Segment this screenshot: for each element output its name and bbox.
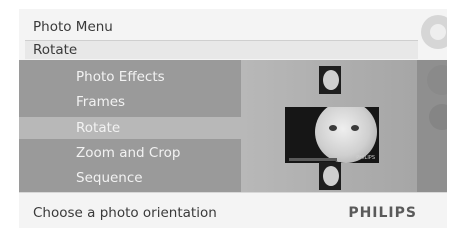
decorative-circle-icon bbox=[429, 104, 447, 130]
menu-subtitle: Rotate bbox=[33, 42, 78, 58]
thumbnail-brand: PHILIPS bbox=[356, 155, 375, 161]
menu-selection-highlight bbox=[19, 117, 241, 139]
menu-title: Photo Menu bbox=[33, 19, 113, 35]
rotate-preview-panel: PHILIPS bbox=[241, 60, 417, 192]
status-text: Choose a photo orientation bbox=[33, 205, 217, 221]
menu-item-frames[interactable]: Frames bbox=[76, 91, 125, 113]
options-menu: Photo Effects Frames Rotate Zoom and Cro… bbox=[19, 60, 241, 192]
decorative-circle-icon bbox=[421, 15, 447, 49]
rotated-thumbnail-main[interactable]: PHILIPS bbox=[285, 107, 379, 163]
menu-item-sequence[interactable]: Sequence bbox=[76, 167, 143, 189]
photo-frame-screen: Photo Menu Rotate Photo Effects Frames R… bbox=[19, 9, 447, 228]
rotated-thumbnail-top[interactable] bbox=[319, 66, 341, 94]
rotated-thumbnail-bottom[interactable] bbox=[319, 162, 341, 190]
thumbnail-caption-bar bbox=[289, 158, 337, 161]
decorative-circle-icon bbox=[427, 65, 447, 95]
status-footer: Choose a photo orientation PHILIPS bbox=[19, 192, 447, 228]
menu-header: Photo Menu Rotate bbox=[19, 9, 447, 60]
menu-item-rotate[interactable]: Rotate bbox=[76, 117, 120, 139]
menu-item-zoom-and-crop[interactable]: Zoom and Crop bbox=[76, 142, 180, 164]
menu-breadcrumb: Rotate bbox=[25, 40, 418, 59]
brand-logo: PHILIPS bbox=[348, 205, 417, 221]
menu-item-photo-effects[interactable]: Photo Effects bbox=[76, 66, 165, 88]
